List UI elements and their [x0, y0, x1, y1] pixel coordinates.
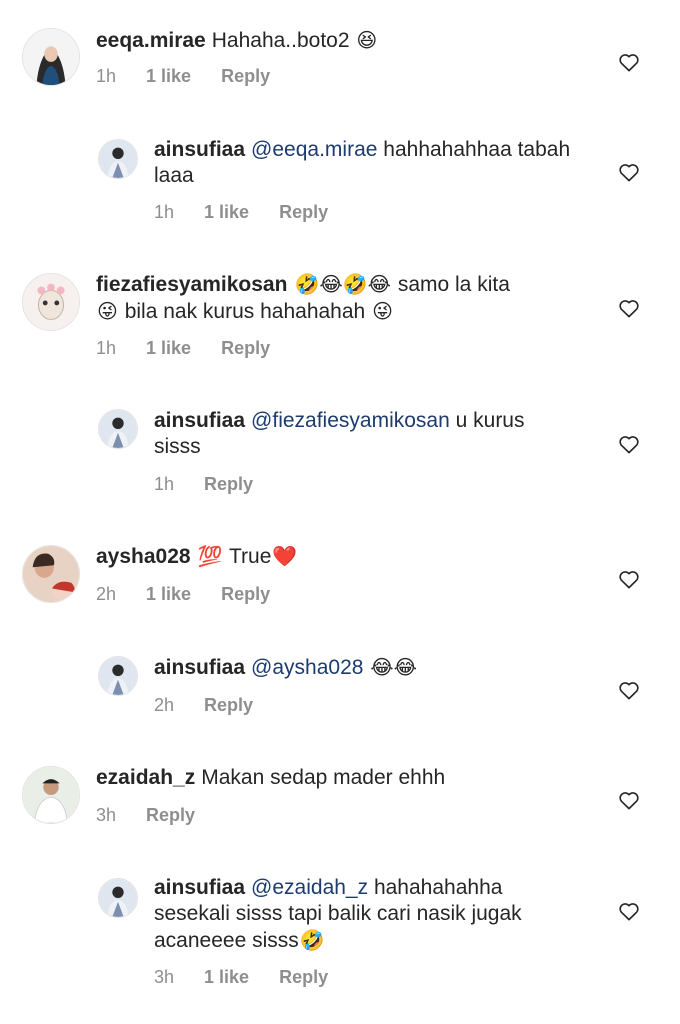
comment-message-2: bila nak kurus hahahahah	[124, 300, 366, 323]
reply-button[interactable]: Reply	[279, 967, 328, 987]
timestamp: 1h	[154, 474, 175, 494]
comment-meta: 1h 1 like Reply	[96, 66, 300, 87]
comment-text: ainsufiaa @ezaidah_z hahahahahha sesekali…	[154, 875, 574, 954]
timestamp: 1h	[96, 338, 117, 358]
avatar[interactable]	[22, 766, 80, 824]
comment-meta: 1h 1 like Reply	[154, 202, 358, 223]
comment-text: ezaidah_z Makan sedap mader ehhh	[96, 765, 556, 791]
reply-button[interactable]: Reply	[279, 202, 328, 222]
likes-count[interactable]: 1 like	[204, 967, 249, 987]
likes-count[interactable]: 1 like	[146, 584, 191, 604]
reply-button[interactable]: Reply	[204, 695, 253, 715]
mention-link[interactable]: @eeqa.mirae	[251, 138, 377, 161]
reply-button[interactable]: Reply	[221, 338, 270, 358]
heart-icon[interactable]	[618, 569, 640, 589]
comment-message: True	[228, 545, 272, 568]
username[interactable]: ainsufiaa	[154, 656, 245, 679]
likes-count[interactable]: 1 like	[146, 66, 191, 86]
comment-message: Hahaha..boto2	[211, 29, 350, 52]
avatar[interactable]	[98, 409, 138, 449]
timestamp: 2h	[154, 695, 175, 715]
comment-text: eeqa.mirae Hahaha..boto2 😆	[96, 27, 556, 54]
likes-count[interactable]: 1 like	[204, 202, 249, 222]
comment-meta: 3h Reply	[96, 805, 225, 826]
username[interactable]: eeqa.mirae	[96, 29, 206, 52]
comment-text: fiezafiesyamikosan 🤣😂🤣😂 samo la kita 😜 bi…	[96, 271, 556, 325]
comment-message: Makan sedap mader ehhh	[201, 766, 446, 789]
username[interactable]: fiezafiesyamikosan	[96, 273, 287, 296]
username[interactable]: ainsufiaa	[154, 409, 245, 432]
username[interactable]: ainsufiaa	[154, 876, 245, 899]
timestamp: 3h	[154, 967, 175, 987]
laughing-emojis: 🤣😂🤣😂	[294, 272, 391, 296]
username[interactable]: ezaidah_z	[96, 766, 195, 789]
rolling-laughing-emoji: 🤣	[299, 928, 325, 952]
comment-text: ainsufiaa @aysha028 😂😂	[154, 654, 574, 681]
username[interactable]: aysha028	[96, 545, 191, 568]
comment-meta: 1h Reply	[154, 474, 283, 495]
comment-message: samo la kita	[397, 273, 510, 296]
winking-tongue-emoji: 😜	[97, 299, 118, 323]
tears-of-joy-emojis: 😂😂	[370, 655, 418, 679]
likes-count[interactable]: 1 like	[146, 338, 191, 358]
mention-link[interactable]: @ezaidah_z	[251, 876, 368, 899]
avatar[interactable]	[22, 545, 80, 603]
heart-icon[interactable]	[618, 298, 640, 318]
hundred-points-emoji: 💯	[197, 544, 223, 568]
comment-meta: 2h Reply	[154, 695, 283, 716]
heart-icon[interactable]	[618, 52, 640, 72]
heart-icon[interactable]	[618, 680, 640, 700]
timestamp: 1h	[154, 202, 175, 222]
avatar[interactable]	[98, 878, 138, 918]
avatar[interactable]	[22, 28, 80, 86]
reply-button[interactable]: Reply	[221, 66, 270, 86]
comment-text: aysha028 💯 True❤️	[96, 543, 556, 570]
comment-meta: 2h 1 like Reply	[96, 584, 300, 605]
heart-icon[interactable]	[618, 790, 640, 810]
reply-button[interactable]: Reply	[204, 474, 253, 494]
heart-icon[interactable]	[618, 901, 640, 921]
timestamp: 2h	[96, 584, 117, 604]
mention-link[interactable]: @aysha028	[251, 656, 363, 679]
winking-tongue-emoji: 😜	[372, 299, 393, 323]
heart-icon[interactable]	[618, 434, 640, 454]
username[interactable]: ainsufiaa	[154, 138, 245, 161]
heart-icon[interactable]	[618, 162, 640, 182]
comment-meta: 3h 1 like Reply	[154, 967, 358, 988]
red-heart-emoji: ❤️	[272, 544, 298, 568]
timestamp: 1h	[96, 66, 117, 86]
comment-text: ainsufiaa @fiezafiesyamikosan u kurus sis…	[154, 408, 574, 460]
reply-button[interactable]: Reply	[146, 805, 195, 825]
avatar[interactable]	[98, 656, 138, 696]
comment-meta: 1h 1 like Reply	[96, 338, 300, 359]
mention-link[interactable]: @fiezafiesyamikosan	[251, 409, 450, 432]
comment-text: ainsufiaa @eeqa.mirae hahhahahhaa tabah l…	[154, 137, 574, 189]
timestamp: 3h	[96, 805, 117, 825]
laughing-emoji: 😆	[356, 28, 378, 52]
reply-button[interactable]: Reply	[221, 584, 270, 604]
avatar[interactable]	[98, 139, 138, 179]
avatar[interactable]	[22, 273, 80, 331]
